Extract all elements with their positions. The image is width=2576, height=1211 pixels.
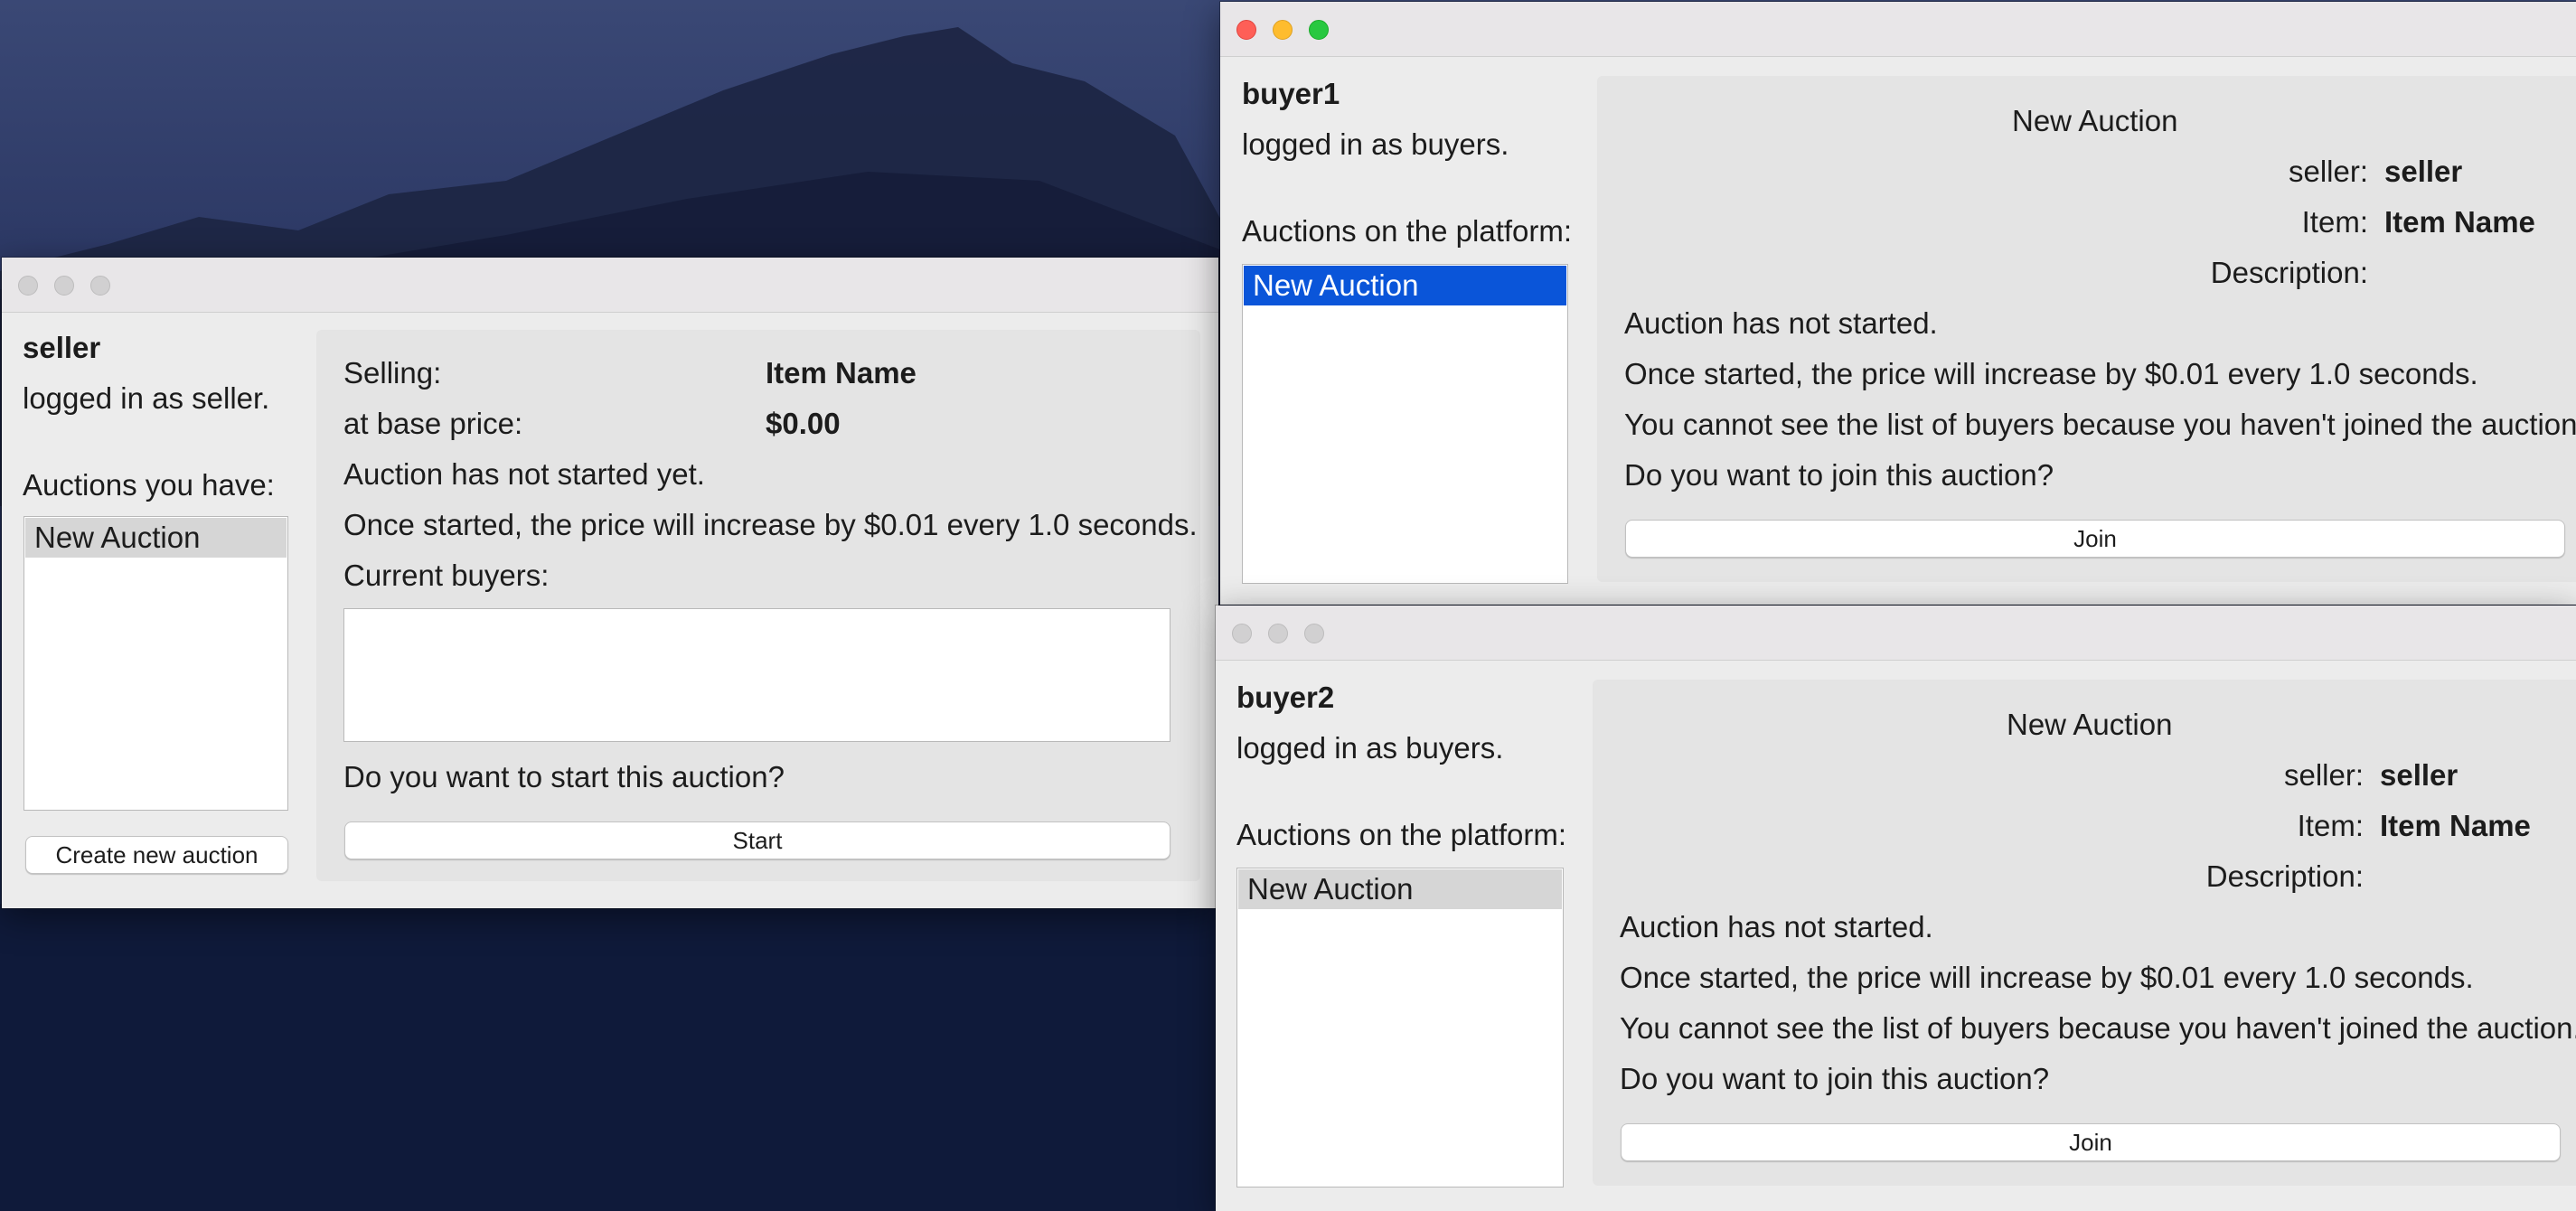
- zoom-button[interactable]: [1304, 624, 1324, 643]
- close-button[interactable]: [1232, 624, 1252, 643]
- buyer1-window: buyer1 logged in as buyers. Auctions on …: [1220, 2, 2576, 605]
- join-question: Do you want to join this auction?: [1624, 458, 2054, 492]
- auction-status: Auction has not started.: [1620, 910, 1933, 943]
- auction-title: New Auction: [2007, 708, 2173, 741]
- auction-status: Auction has not started yet.: [343, 457, 705, 491]
- start-button[interactable]: Start: [344, 821, 1170, 859]
- seller-label: seller:: [2283, 758, 2364, 792]
- current-buyers-list[interactable]: [343, 608, 1170, 742]
- auction-title: New Auction: [2012, 104, 2178, 137]
- seller-titlebar[interactable]: [2, 258, 1218, 313]
- buyer1-titlebar[interactable]: [1220, 2, 2576, 57]
- seller-window: seller logged in as seller. Auctions you…: [2, 258, 1218, 908]
- base-price-label: at base price:: [343, 407, 523, 440]
- price-increase-note: Once started, the price will increase by…: [343, 508, 1198, 541]
- buyer1-login-status: logged in as buyers.: [1242, 127, 1509, 161]
- buyer2-login-status: logged in as buyers.: [1236, 731, 1504, 765]
- buyer2-titlebar[interactable]: [1216, 606, 2576, 661]
- description-label: Description:: [2205, 859, 2364, 893]
- buyer2-username: buyer2: [1236, 681, 1335, 714]
- join-button[interactable]: Join: [1625, 520, 2565, 558]
- buyer1-username: buyer1: [1242, 77, 1340, 110]
- item-name: Item Name: [766, 356, 917, 390]
- buyer1-auctions-heading: Auctions on the platform:: [1242, 214, 1573, 248]
- minimize-button[interactable]: [1273, 20, 1293, 40]
- description-label: Description:: [2210, 256, 2368, 289]
- buyer1-auction-list[interactable]: New Auction: [1242, 264, 1568, 584]
- current-buyers-label: Current buyers:: [343, 559, 550, 592]
- seller-auctions-heading: Auctions you have:: [23, 468, 275, 502]
- buyer2-auctions-heading: Auctions on the platform:: [1236, 818, 1567, 851]
- close-button[interactable]: [18, 276, 38, 296]
- join-question: Do you want to join this auction?: [1620, 1062, 2050, 1095]
- create-new-auction-button[interactable]: Create new auction: [25, 836, 288, 874]
- buyer2-window: buyer2 logged in as buyers. Auctions on …: [1216, 606, 2576, 1211]
- minimize-button[interactable]: [54, 276, 74, 296]
- item-value: Item Name: [2384, 205, 2535, 239]
- item-value: Item Name: [2380, 809, 2531, 842]
- price-increase-note: Once started, the price will increase by…: [1620, 961, 2474, 994]
- list-item[interactable]: New Auction: [1244, 266, 1566, 305]
- auction-status: Auction has not started.: [1624, 306, 1938, 340]
- item-label: Item:: [2297, 809, 2364, 842]
- seller-username: seller: [23, 331, 101, 364]
- buyers-visibility-note: You cannot see the list of buyers becaus…: [1620, 1011, 2576, 1045]
- price-increase-note: Once started, the price will increase by…: [1624, 357, 2478, 390]
- buyers-visibility-note: You cannot see the list of buyers becaus…: [1624, 408, 2576, 441]
- buyer2-auction-list[interactable]: New Auction: [1236, 868, 1564, 1188]
- item-label: Item:: [2301, 205, 2368, 239]
- seller-login-status: logged in as seller.: [23, 381, 270, 415]
- join-button[interactable]: Join: [1621, 1123, 2561, 1161]
- start-question: Do you want to start this auction?: [343, 760, 785, 793]
- list-item[interactable]: New Auction: [25, 518, 287, 558]
- close-button[interactable]: [1236, 20, 1256, 40]
- zoom-button[interactable]: [1309, 20, 1329, 40]
- seller-label: seller:: [2288, 155, 2368, 188]
- base-price-value: $0.00: [766, 407, 841, 440]
- seller-value: seller: [2384, 155, 2463, 188]
- seller-value: seller: [2380, 758, 2458, 792]
- seller-auction-list[interactable]: New Auction: [24, 516, 288, 811]
- list-item[interactable]: New Auction: [1238, 869, 1562, 909]
- minimize-button[interactable]: [1268, 624, 1288, 643]
- selling-label: Selling:: [343, 356, 442, 390]
- zoom-button[interactable]: [90, 276, 110, 296]
